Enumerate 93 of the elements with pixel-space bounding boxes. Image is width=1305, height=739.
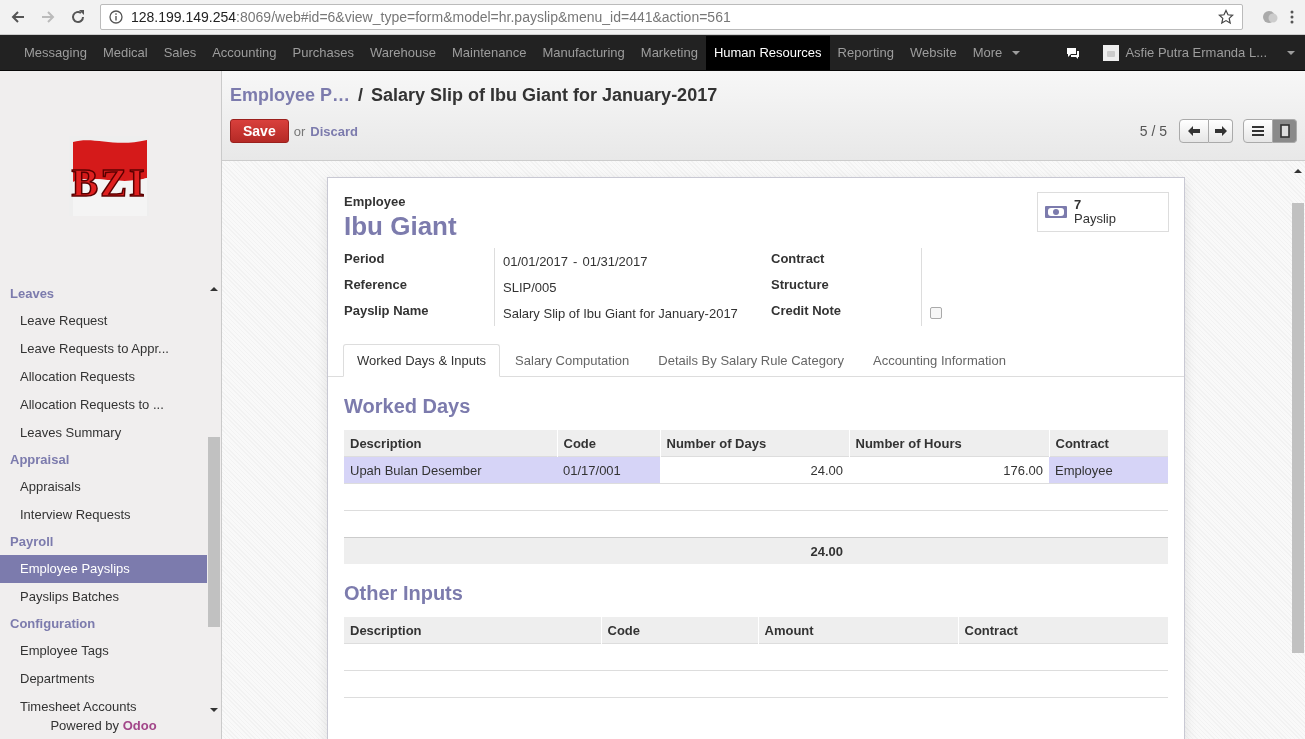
menu-item[interactable]: Manufacturing	[534, 35, 633, 70]
column-header[interactable]: Code	[601, 617, 758, 644]
sidebar-item[interactable]: Timesheet Accounts	[0, 693, 207, 718]
sidebar-item[interactable]: Allocation Requests to ...	[0, 391, 207, 419]
field-label: Payslip Name	[344, 302, 430, 320]
sidebar-item[interactable]: Leave Requests to Appr...	[0, 335, 207, 363]
field-label: Period	[344, 250, 386, 268]
powered-by-text: Powered by Odoo	[49, 718, 158, 735]
section-heading: Leaves	[9, 285, 56, 303]
odoo-link[interactable]: Odoo	[122, 718, 157, 733]
range-separator: -	[573, 254, 578, 269]
previous-button[interactable]	[1179, 119, 1209, 143]
page-title: Salary Slip of Ibu Giant for January-2017	[371, 84, 718, 106]
save-button[interactable]: Save	[230, 119, 289, 143]
url-text: 128.199.149.254:8069/web#id=6&view_type=form&model=hr.payslip&menu_id=441&action=561	[131, 9, 732, 25]
table-cell: Upah Bulan Desember	[344, 456, 557, 484]
info-icon[interactable]	[109, 10, 123, 24]
credit-note-checkbox[interactable]	[930, 307, 942, 319]
chat-icon[interactable]	[1065, 45, 1082, 60]
column-header[interactable]: Description	[344, 617, 601, 644]
column-header[interactable]: Contract	[1049, 430, 1168, 457]
sidebar-item[interactable]: Payslips Batches	[0, 583, 207, 611]
column-header[interactable]: Description	[344, 430, 557, 457]
sidebar-item[interactable]: Employee Tags	[0, 637, 207, 665]
left-arrow-icon	[1188, 126, 1200, 136]
tab[interactable]: Details By Salary Rule Category	[644, 344, 858, 377]
or-text: or	[293, 123, 306, 139]
field-label: Structure	[771, 276, 830, 294]
employee-name: Ibu Giant	[344, 211, 457, 242]
section-heading: Appraisal	[9, 451, 71, 469]
section-title: Worked Days	[344, 395, 472, 418]
section-heading: Payroll	[9, 533, 55, 551]
table-cell: 01/17/001	[557, 456, 660, 484]
column-header[interactable]: Contract	[958, 617, 1168, 644]
sidebar-item[interactable]: Departments	[0, 665, 207, 693]
menu-item[interactable]: Marketing	[632, 35, 706, 70]
table-cell: 24.00	[660, 456, 849, 484]
menu-item[interactable]: Reporting	[829, 35, 902, 70]
tab[interactable]: Accounting Information	[858, 344, 1020, 377]
next-button[interactable]	[1209, 119, 1233, 143]
menu-item[interactable]: Human Resources	[705, 35, 830, 70]
column-header[interactable]: Code	[557, 430, 660, 457]
section-heading: Configuration	[9, 615, 97, 633]
reload-icon[interactable]	[70, 9, 86, 25]
field-value: 01/31/2017	[582, 254, 648, 269]
menu-item[interactable]: Messaging	[16, 35, 95, 70]
address-bar[interactable]: 128.199.149.254:8069/web#id=6&view_type=form&model=hr.payslip&menu_id=441&action=561	[100, 4, 1243, 30]
sidebar-item[interactable]: Employee Payslips	[0, 555, 207, 583]
section-title: Other Inputs	[344, 582, 464, 605]
total-value: 24.00	[810, 543, 843, 559]
sidebar-item[interactable]: Appraisals	[0, 473, 207, 501]
payslip-smart-button[interactable]: 7 Payslip	[1037, 192, 1169, 232]
sidebar-item[interactable]: Leaves Summary	[0, 419, 207, 447]
field-label: Employee	[344, 194, 407, 209]
field-label: Credit Note	[771, 302, 843, 320]
field-value: Salary Slip of Ibu Giant for January-2017	[503, 306, 738, 321]
more-menu[interactable]: More	[964, 35, 1029, 70]
sidebar-item[interactable]: Leave Request	[0, 307, 207, 335]
field-label: Reference	[344, 276, 408, 294]
field-label: Contract	[771, 250, 826, 268]
avatar-icon	[1103, 44, 1120, 61]
tab[interactable]: Salary Computation	[501, 344, 644, 377]
menu-item[interactable]: Purchases	[284, 35, 362, 70]
field-value: 01/01/2017	[503, 254, 569, 269]
breadcrumb-link[interactable]: Employee P…	[230, 84, 351, 106]
payslip-count: 7	[1074, 198, 1083, 212]
breadcrumb-separator: /	[358, 84, 364, 106]
column-header[interactable]: Number of Hours	[849, 430, 1049, 457]
list-icon	[1252, 126, 1264, 136]
list-view-button[interactable]	[1243, 119, 1273, 143]
form-view-button[interactable]	[1273, 119, 1297, 143]
back-icon[interactable]	[10, 9, 26, 25]
menu-item[interactable]: Maintenance	[443, 35, 535, 70]
form-icon	[1279, 124, 1290, 138]
user-menu[interactable]: Asfie Putra Ermanda L...	[1095, 35, 1295, 70]
right-arrow-icon	[1214, 126, 1227, 136]
payslip-label: Payslip	[1074, 212, 1116, 226]
menu-item[interactable]: Website	[901, 35, 965, 70]
column-header[interactable]: Amount	[758, 617, 958, 644]
sidebar-item[interactable]: Allocation Requests	[0, 363, 207, 391]
tab[interactable]: Worked Days & Inputs	[343, 344, 501, 377]
menu-item[interactable]: Accounting	[204, 35, 285, 70]
field-value: SLIP/005	[503, 280, 557, 295]
pager-text: 5 / 5	[1139, 123, 1167, 139]
menu-icon[interactable]	[1289, 9, 1295, 25]
banknote-icon	[1044, 204, 1068, 220]
menu-item[interactable]: Medical	[94, 35, 156, 70]
menu-item[interactable]: Sales	[155, 35, 205, 70]
column-header[interactable]: Number of Days	[660, 430, 849, 457]
sidebar-item[interactable]: Interview Requests	[0, 501, 207, 529]
star-icon[interactable]	[1218, 9, 1234, 25]
table-cell: Employee	[1049, 456, 1168, 484]
menu-item[interactable]: Warehouse	[361, 35, 444, 70]
